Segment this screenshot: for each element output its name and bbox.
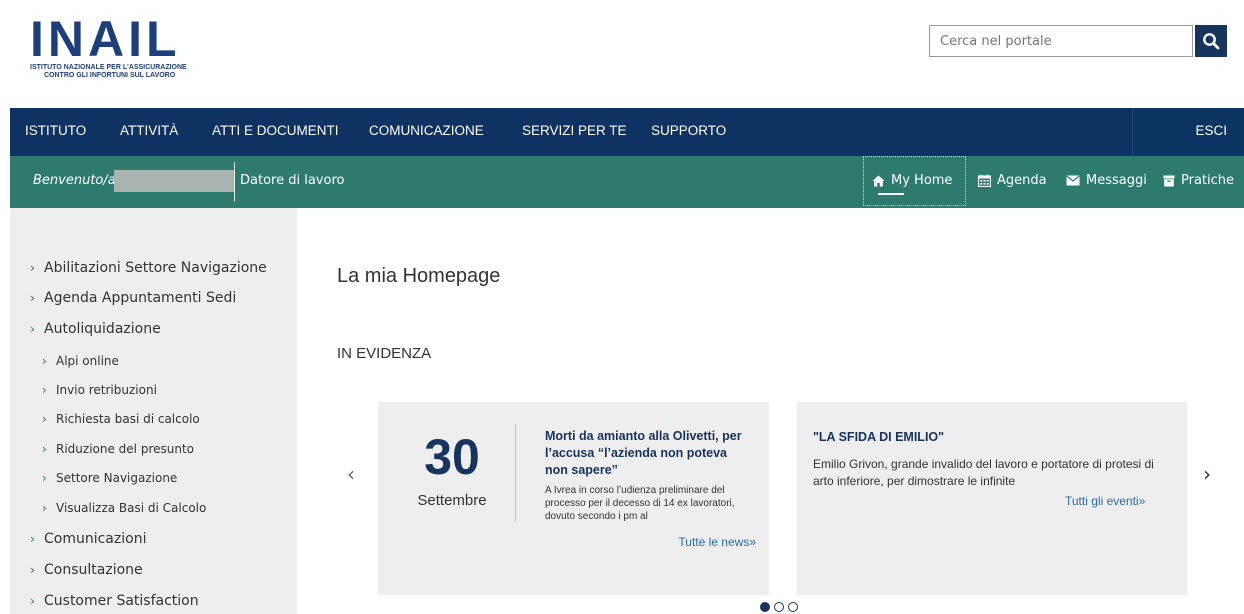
user-name-redacted xyxy=(114,170,234,192)
sidebar-subitem-richiesta-basi-di-calcolo[interactable]: › Richiesta basi di calcolo xyxy=(42,412,200,426)
sidebar-subitem-invio-retribuzioni[interactable]: › Invio retribuzioni xyxy=(42,383,157,397)
news-date-month: Settembre xyxy=(417,492,487,509)
home-icon xyxy=(872,175,885,186)
chevron-right-icon: › xyxy=(42,354,47,368)
sidebar-subitem-visualizza-basi-di-calcolo[interactable]: › Visualizza Basi di Calcolo xyxy=(42,501,206,515)
my-home-label: My Home xyxy=(891,173,953,188)
search-icon xyxy=(1203,33,1220,50)
logo-subtitle: ISTITUTO NAZIONALE PER L'ASSICURAZIONE C… xyxy=(30,64,187,79)
nav-item-comunicazione[interactable]: COMUNICAZIONE xyxy=(369,123,484,138)
my-home-link[interactable]: My Home xyxy=(872,173,952,188)
sidebar-item-label: Autoliquidazione xyxy=(44,321,161,337)
sidebar-subitem-alpi-online[interactable]: › Alpi online xyxy=(42,354,119,368)
sidebar-item-label: Richiesta basi di calcolo xyxy=(56,412,200,426)
event-title[interactable]: "LA SFIDA DI EMILIO" xyxy=(813,430,944,444)
logout-label: ESCI xyxy=(1195,123,1227,138)
sidebar-item-label: Riduzione del presunto xyxy=(56,442,194,456)
chevron-right-icon: › xyxy=(30,594,35,608)
agenda-link[interactable]: Agenda xyxy=(978,173,1047,188)
carousel-dot-2[interactable] xyxy=(774,602,784,612)
news-date-day: 30 xyxy=(424,429,480,485)
sidebar-item-label: Customer Satisfaction xyxy=(44,593,199,609)
chevron-right-icon: › xyxy=(30,563,35,577)
user-bar: Benvenuto/a Datore di lavoro My Home Age… xyxy=(10,156,1244,208)
all-events-link[interactable]: Tutti gli eventi» xyxy=(1065,494,1145,508)
sidebar-item-comunicazioni[interactable]: › Comunicazioni xyxy=(30,531,146,547)
page-title: La mia Homepage xyxy=(337,265,501,287)
sidebar-item-label: Abilitazioni Settore Navigazione xyxy=(44,260,267,276)
main-navigation: ISTITUTO ATTIVITÀ ATTI E DOCUMENTI COMUN… xyxy=(10,108,1244,156)
search-input[interactable] xyxy=(929,25,1193,57)
sidebar-subitem-settore-navigazione[interactable]: › Settore Navigazione xyxy=(42,471,177,485)
sidebar-item-label: Agenda Appuntamenti Sedi xyxy=(44,290,237,306)
carousel-next-button[interactable]: › xyxy=(1203,462,1211,486)
pratiche-link[interactable]: Pratiche xyxy=(1163,173,1234,188)
calendar-icon xyxy=(978,174,991,187)
inail-logo[interactable]: INAIL ISTITUTO NAZIONALE PER L'ASSICURAZ… xyxy=(30,11,230,79)
nav-item-istituto[interactable]: ISTITUTO xyxy=(25,123,86,138)
chevron-right-icon: › xyxy=(42,383,47,397)
welcome-text: Benvenuto/a xyxy=(33,173,116,188)
sidebar-item-autoliquidazione[interactable]: › Autoliquidazione xyxy=(30,321,161,337)
news-card: 30 Settembre Morti da amianto alla Olive… xyxy=(378,402,769,595)
chevron-right-icon: › xyxy=(30,261,35,275)
user-role: Datore di lavoro xyxy=(240,173,345,188)
nav-item-supporto[interactable]: SUPPORTO xyxy=(651,123,726,138)
carousel-dot-1[interactable] xyxy=(760,602,770,612)
sidebar-item-label: Alpi online xyxy=(56,354,119,368)
news-card-divider xyxy=(515,424,516,522)
agenda-label: Agenda xyxy=(997,173,1047,188)
logo-subtitle-line2: CONTRO GLI INFORTUNI SUL LAVORO xyxy=(44,71,176,79)
envelope-icon xyxy=(1066,175,1080,186)
sidebar-item-label: Comunicazioni xyxy=(44,531,147,547)
pratiche-label: Pratiche xyxy=(1181,173,1235,188)
sidebar-item-customer-satisfaction[interactable]: › Customer Satisfaction xyxy=(30,593,199,609)
messaggi-link[interactable]: Messaggi xyxy=(1066,173,1147,188)
nav-item-servizi-per-te[interactable]: SERVIZI PER TE xyxy=(522,123,627,138)
all-news-link[interactable]: Tutte le news» xyxy=(678,535,756,549)
chevron-right-icon: › xyxy=(42,412,47,426)
news-excerpt: A Ivrea in corso l’udienza preliminare d… xyxy=(545,485,735,522)
section-title-in-evidenza: IN EVIDENZA xyxy=(337,345,432,362)
sidebar-subitem-riduzione-del-presunto[interactable]: › Riduzione del presunto xyxy=(42,442,194,456)
logo-wordmark: INAIL xyxy=(30,11,181,67)
chevron-right-icon: › xyxy=(30,291,35,305)
event-card: "LA SFIDA DI EMILIO" Emilio Grivon, gran… xyxy=(797,402,1187,595)
archive-box-icon xyxy=(1163,175,1175,186)
logo-subtitle-line1: ISTITUTO NAZIONALE PER L'ASSICURAZIONE xyxy=(30,64,187,71)
event-excerpt: Emilio Grivon, grande invalido del lavor… xyxy=(813,457,1154,488)
nav-item-attivita[interactable]: ATTIVITÀ xyxy=(120,123,178,138)
sidebar-item-label: Consultazione xyxy=(44,562,143,578)
sidebar: › Abilitazioni Settore Navigazione › Agend… xyxy=(10,208,297,614)
nav-item-atti-e-documenti[interactable]: ATTI E DOCUMENTI xyxy=(212,123,339,138)
user-bar-divider xyxy=(234,162,235,202)
chevron-right-icon: › xyxy=(42,442,47,456)
sidebar-item-label: Invio retribuzioni xyxy=(56,383,157,397)
chevron-right-icon: › xyxy=(30,322,35,336)
search-button[interactable] xyxy=(1195,25,1227,57)
sidebar-item-label: Settore Navigazione xyxy=(56,471,178,485)
carousel-dot-3[interactable] xyxy=(788,602,798,612)
messaggi-label: Messaggi xyxy=(1086,173,1147,188)
sidebar-item-agenda-appuntamenti-sedi[interactable]: › Agenda Appuntamenti Sedi xyxy=(30,290,236,306)
sidebar-item-consultazione[interactable]: › Consultazione xyxy=(30,562,143,578)
sidebar-item-abilitazioni-settore-navigazione[interactable]: › Abilitazioni Settore Navigazione xyxy=(30,260,267,276)
my-home-active-indicator xyxy=(878,193,904,195)
chevron-right-icon: › xyxy=(42,501,47,515)
chevron-right-icon: › xyxy=(30,532,35,546)
logout-button[interactable]: ESCI xyxy=(1132,108,1244,156)
sidebar-item-label: Visualizza Basi di Calcolo xyxy=(56,501,207,515)
carousel-prev-button[interactable]: ‹ xyxy=(347,462,355,486)
carousel-pagination xyxy=(760,600,798,614)
news-title[interactable]: Morti da amianto alla Olivetti, per l’ac… xyxy=(545,428,745,479)
chevron-right-icon: › xyxy=(42,471,47,485)
